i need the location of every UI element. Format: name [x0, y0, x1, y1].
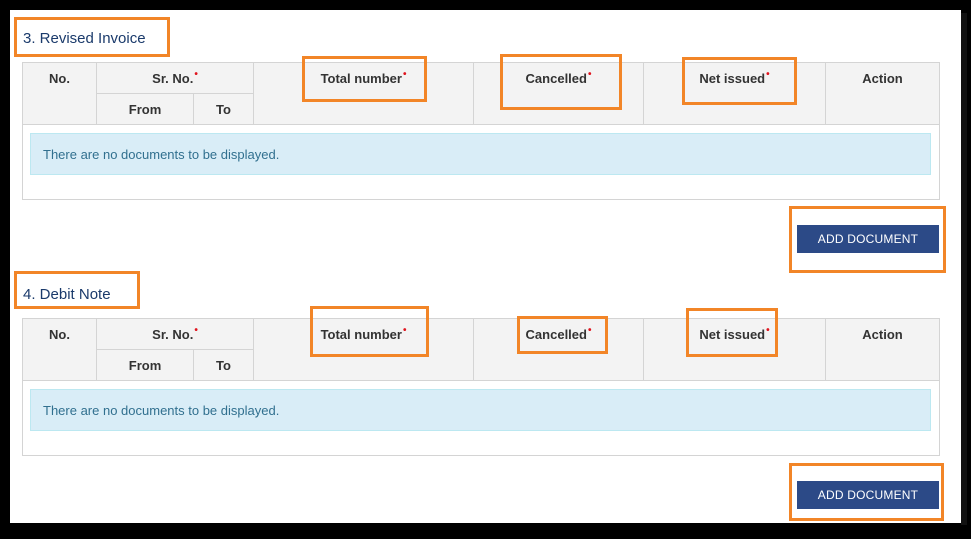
header-total-number: Total number• — [253, 62, 475, 125]
header-total-number: Total number• — [253, 318, 475, 381]
header-to: To — [192, 349, 255, 381]
header-from: From — [96, 349, 194, 381]
header-action: Action — [825, 318, 941, 381]
header-to: To — [192, 93, 255, 125]
section-title-revised-invoice: 3. Revised Invoice — [23, 30, 146, 47]
revised-invoice-add-document-button[interactable]: ADD DOCUMENT — [797, 225, 939, 253]
header-net-issued: Net issued• — [643, 318, 827, 381]
header-sr-no: Sr. No.• — [95, 62, 255, 94]
header-from: From — [96, 93, 194, 125]
revised-invoice-table: No. Sr. No.• Total number• Cancelled• Ne… — [22, 62, 941, 125]
header-cancelled: Cancelled• — [473, 62, 645, 125]
debit-note-table: No. Sr. No.• Total number• Cancelled• Ne… — [22, 318, 941, 381]
section-title-debit-note: 4. Debit Note — [23, 286, 111, 303]
screenshot-canvas: 3. Revised Invoice No. Sr. No.• Total nu… — [0, 0, 971, 539]
debit-note-add-document-button[interactable]: ADD DOCUMENT — [797, 481, 939, 509]
header-no: No. — [22, 62, 97, 125]
header-sr-no: Sr. No.• — [95, 318, 255, 350]
header-net-issued: Net issued• — [643, 62, 827, 125]
revised-invoice-empty-message: There are no documents to be displayed. — [30, 133, 931, 175]
page-shadow — [961, 13, 967, 525]
header-action: Action — [825, 62, 941, 125]
header-cancelled: Cancelled• — [473, 318, 645, 381]
header-no: No. — [22, 318, 97, 381]
debit-note-empty-message: There are no documents to be displayed. — [30, 389, 931, 431]
